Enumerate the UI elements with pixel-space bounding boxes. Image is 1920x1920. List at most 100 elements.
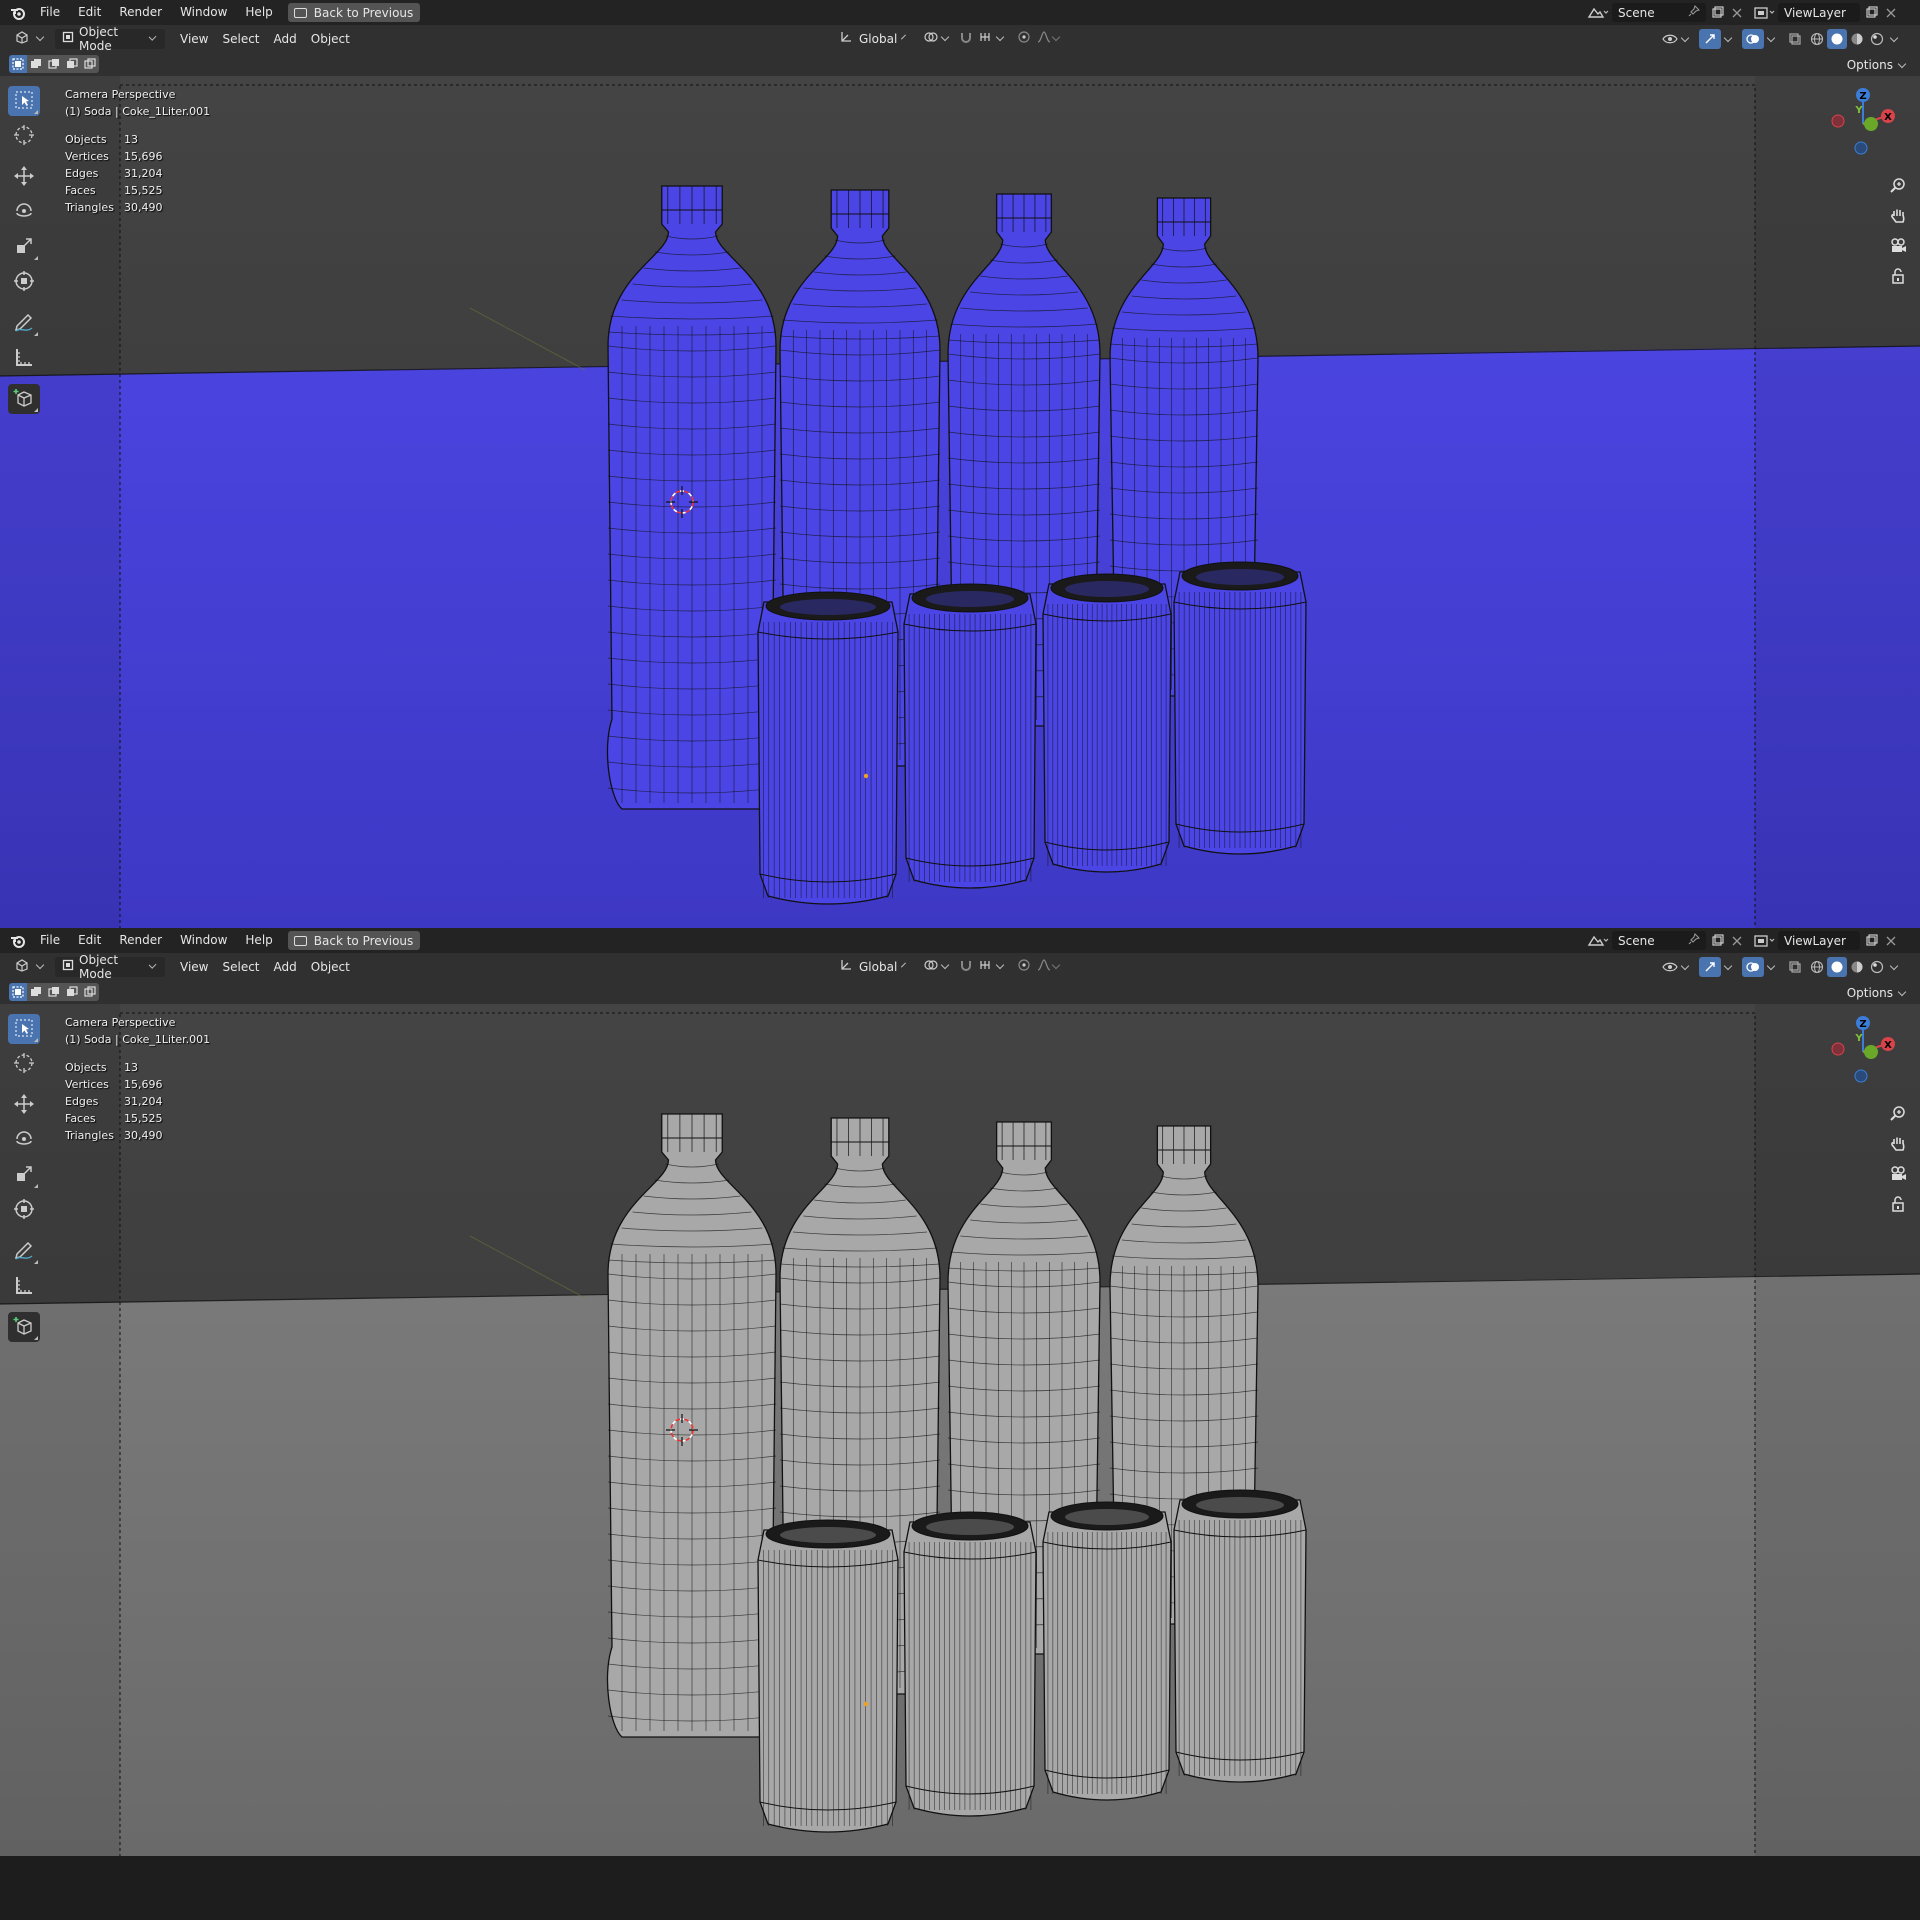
menu-render[interactable]: Render: [110, 928, 171, 953]
mode-dropdown[interactable]: Object Mode: [55, 953, 165, 981]
menu-object[interactable]: Object: [304, 29, 357, 49]
transform-orientation-dropdown[interactable]: Global: [832, 29, 912, 49]
viewport-scene[interactable]: [0, 1004, 1920, 1856]
pin-icon[interactable]: [1688, 4, 1701, 20]
soda-can-4[interactable]: [1173, 1489, 1307, 1783]
menu-select[interactable]: Select: [215, 29, 266, 49]
gizmo-toggle-icon[interactable]: [1699, 29, 1721, 49]
select-extend-icon[interactable]: [27, 55, 45, 73]
select-intersect-icon[interactable]: [81, 983, 99, 1001]
gizmo-neg-x-axis[interactable]: [1831, 1042, 1845, 1056]
annotate-tool[interactable]: [8, 308, 40, 338]
measure-tool[interactable]: [8, 1271, 40, 1301]
mode-dropdown[interactable]: Object Mode: [55, 25, 165, 53]
material-preview-shading-icon[interactable]: [1847, 32, 1867, 46]
gizmo-neg-z-axis[interactable]: [1854, 1069, 1868, 1083]
editor-type-button[interactable]: [8, 29, 53, 49]
snap-target-dropdown[interactable]: [972, 957, 1013, 977]
select-box-tool[interactable]: [8, 1014, 40, 1044]
delete-scene-icon[interactable]: [1728, 936, 1746, 946]
scale-tool[interactable]: [8, 1160, 40, 1190]
view-layer-name-field[interactable]: ViewLayer: [1778, 931, 1860, 950]
overlays-toggle-icon[interactable]: [1742, 29, 1764, 49]
menu-select[interactable]: Select: [215, 957, 266, 977]
navigation-gizmo[interactable]: Z X Y: [1822, 1012, 1902, 1092]
new-scene-icon[interactable]: [1706, 6, 1728, 19]
menu-edit[interactable]: Edit: [69, 928, 110, 953]
gizmo-y-axis[interactable]: [1864, 117, 1878, 131]
soda-can-2[interactable]: [903, 583, 1037, 889]
scene-selector-icon[interactable]: [1584, 934, 1612, 948]
new-view-layer-icon[interactable]: [1860, 6, 1882, 19]
rotate-tool[interactable]: [8, 1125, 40, 1155]
cursor-tool[interactable]: [8, 1049, 40, 1079]
falloff-dropdown[interactable]: [1030, 29, 1069, 49]
soda-can-4[interactable]: [1173, 561, 1307, 855]
move-tool[interactable]: [8, 1090, 40, 1120]
zoom-view-icon[interactable]: [1886, 1102, 1910, 1126]
menu-window[interactable]: Window: [171, 0, 236, 25]
add-cube-tool[interactable]: [8, 384, 40, 414]
transform-tool[interactable]: [8, 1195, 40, 1225]
camera-view-icon[interactable]: [1886, 234, 1910, 258]
solid-shading-icon[interactable]: [1827, 29, 1847, 49]
falloff-dropdown[interactable]: [1030, 957, 1069, 977]
3d-viewport[interactable]: Camera Perspective (1) Soda | Coke_1Lite…: [0, 58, 1920, 928]
select-subtract-icon[interactable]: [45, 55, 63, 73]
select-difference-icon[interactable]: [63, 983, 81, 1001]
view-layer-selector-icon[interactable]: [1750, 934, 1778, 948]
overlays-toggle-icon[interactable]: [1742, 957, 1764, 977]
camera-view-icon[interactable]: [1886, 1162, 1910, 1186]
scale-tool[interactable]: [8, 232, 40, 262]
blender-logo-icon[interactable]: [9, 4, 27, 22]
soda-can-3[interactable]: [1042, 1501, 1172, 1801]
annotate-tool[interactable]: [8, 1236, 40, 1266]
menu-file[interactable]: File: [31, 928, 69, 953]
rendered-shading-icon[interactable]: [1867, 960, 1887, 974]
scene-selector-icon[interactable]: [1584, 6, 1612, 20]
solid-shading-icon[interactable]: [1827, 957, 1847, 977]
material-preview-shading-icon[interactable]: [1847, 960, 1867, 974]
navigation-gizmo[interactable]: Z X Y: [1822, 84, 1902, 164]
zoom-view-icon[interactable]: [1886, 174, 1910, 198]
menu-window[interactable]: Window: [171, 928, 236, 953]
gizmo-neg-x-axis[interactable]: [1831, 114, 1845, 128]
delete-view-layer-icon[interactable]: [1882, 8, 1900, 18]
move-tool[interactable]: [8, 162, 40, 192]
view-layer-name-field[interactable]: ViewLayer: [1778, 3, 1860, 22]
editor-type-button[interactable]: [8, 957, 53, 977]
rotate-tool[interactable]: [8, 197, 40, 227]
pin-icon[interactable]: [1688, 932, 1701, 948]
soda-can-2[interactable]: [903, 1511, 1037, 1817]
blender-logo-icon[interactable]: [9, 932, 27, 950]
soda-can-1[interactable]: [757, 1519, 899, 1833]
soda-can-1[interactable]: [757, 591, 899, 905]
snap-target-dropdown[interactable]: [972, 29, 1013, 49]
select-new-icon[interactable]: [9, 983, 27, 1001]
select-subtract-icon[interactable]: [45, 983, 63, 1001]
add-cube-tool[interactable]: [8, 1312, 40, 1342]
menu-view[interactable]: View: [173, 29, 215, 49]
menu-add[interactable]: Add: [267, 957, 304, 977]
select-box-tool[interactable]: [8, 86, 40, 116]
view-layer-selector-icon[interactable]: [1750, 6, 1778, 20]
transform-orientation-dropdown[interactable]: Global: [832, 957, 912, 977]
delete-scene-icon[interactable]: [1728, 8, 1746, 18]
visibility-eye-icon[interactable]: [1660, 961, 1680, 973]
new-scene-icon[interactable]: [1706, 934, 1728, 947]
gizmo-y-axis[interactable]: [1864, 1045, 1878, 1059]
measure-tool[interactable]: [8, 343, 40, 373]
gizmo-toggle-icon[interactable]: [1699, 957, 1721, 977]
pan-view-hand-icon[interactable]: [1886, 204, 1910, 228]
back-to-previous-button[interactable]: Back to Previous: [287, 3, 421, 22]
delete-view-layer-icon[interactable]: [1882, 936, 1900, 946]
options-dropdown[interactable]: Options: [1847, 983, 1908, 1003]
menu-file[interactable]: File: [31, 0, 69, 25]
rendered-shading-icon[interactable]: [1867, 32, 1887, 46]
wireframe-shading-icon[interactable]: [1807, 960, 1827, 974]
scene-name-field[interactable]: Scene: [1612, 931, 1706, 950]
xray-toggle-icon[interactable]: [1785, 960, 1805, 974]
select-new-icon[interactable]: [9, 55, 27, 73]
menu-help[interactable]: Help: [236, 0, 281, 25]
menu-add[interactable]: Add: [267, 29, 304, 49]
